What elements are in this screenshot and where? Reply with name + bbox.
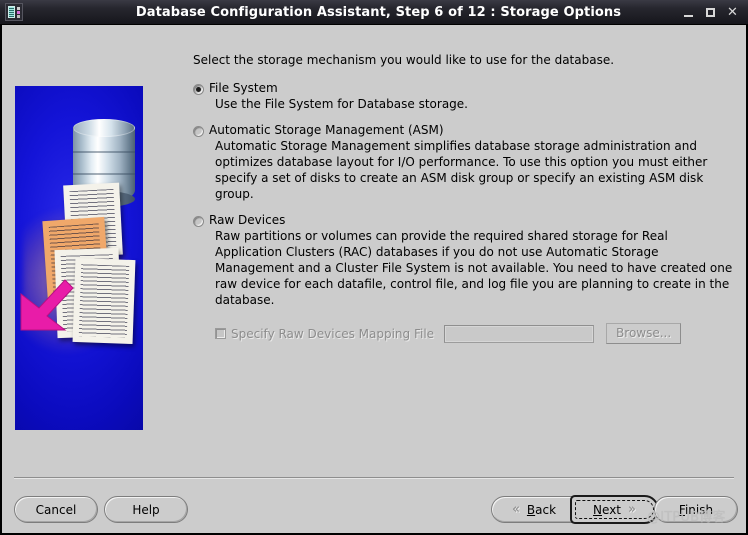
option-description-raw-devices: Raw partitions or volumes can provide th… (215, 229, 733, 307)
magenta-arrow-icon (17, 278, 75, 334)
next-button-label: Next (593, 502, 621, 517)
app-icon-body (8, 6, 15, 18)
app-icon-square-3 (17, 15, 20, 18)
cylinder-top (73, 119, 135, 137)
minimize-icon[interactable] (682, 6, 695, 19)
cylinder-ring-1 (73, 151, 135, 153)
back-button-label: Back (526, 502, 557, 517)
raw-mapping-row: Specify Raw Devices Mapping File Browse.… (215, 323, 733, 344)
app-icon-square-1 (17, 7, 20, 10)
illustration-panel (15, 86, 143, 430)
option-group-raw-devices: Raw Devices Raw partitions or volumes ca… (193, 213, 733, 308)
cylinder-ring-2 (73, 173, 135, 175)
option-description-asm: Automatic Storage Management simplifies … (215, 139, 708, 201)
back-button[interactable]: « Back (491, 496, 576, 523)
watermark-text: @ITPUB博客 (647, 510, 726, 525)
options-content: Select the storage mechanism you would l… (193, 53, 733, 344)
dialog-client-area: Select the storage mechanism you would l… (2, 25, 746, 533)
maximize-icon[interactable] (704, 6, 717, 19)
radio-row-asm[interactable]: Automatic Storage Management (ASM) (193, 123, 733, 137)
window-title: Database Configuration Assistant, Step 6… (135, 4, 622, 20)
label-specify-raw-devices-mapping-file: Specify Raw Devices Mapping File (231, 326, 435, 341)
radio-asm[interactable] (193, 126, 204, 137)
app-icon-square-2 (17, 11, 20, 14)
button-bar: Cancel Help « Back Next » Finish (2, 487, 746, 533)
chevron-left-icon: « (511, 502, 520, 517)
radio-file-system[interactable] (193, 84, 204, 95)
option-description-file-system: Use the File System for Database storage… (215, 97, 468, 111)
intro-text: Select the storage mechanism you would l… (193, 53, 615, 67)
chevron-right-icon: » (628, 502, 636, 517)
option-group-file-system: File System Use the File System for Data… (193, 81, 733, 112)
next-button[interactable]: Next » (570, 495, 659, 524)
button-bar-separator (14, 477, 734, 479)
raw-mapping-file-input[interactable] (444, 324, 595, 343)
help-button[interactable]: Help (104, 496, 188, 523)
option-label-file-system: File System (209, 81, 278, 95)
radio-row-file-system[interactable]: File System (193, 81, 733, 95)
close-icon[interactable]: ✕ (726, 6, 739, 19)
cancel-button[interactable]: Cancel (14, 496, 98, 523)
checkbox-specify-raw-devices-mapping-file[interactable] (215, 328, 226, 339)
option-group-asm: Automatic Storage Management (ASM) Autom… (193, 123, 733, 202)
window-app-icon (5, 3, 23, 21)
option-label-raw-devices: Raw Devices (209, 213, 286, 227)
application-window: Database Configuration Assistant, Step 6… (0, 0, 748, 535)
option-label-asm: Automatic Storage Management (ASM) (209, 123, 444, 137)
navigation-button-group: « Back Next » (491, 495, 659, 524)
browse-button[interactable]: Browse... (606, 323, 682, 344)
document-sheet-icon (72, 257, 136, 345)
title-bar: Database Configuration Assistant, Step 6… (0, 0, 748, 25)
window-controls: ✕ (682, 0, 744, 25)
radio-raw-devices[interactable] (193, 216, 204, 227)
radio-row-raw-devices[interactable]: Raw Devices (193, 213, 733, 227)
sheet-text-lines (78, 264, 130, 338)
